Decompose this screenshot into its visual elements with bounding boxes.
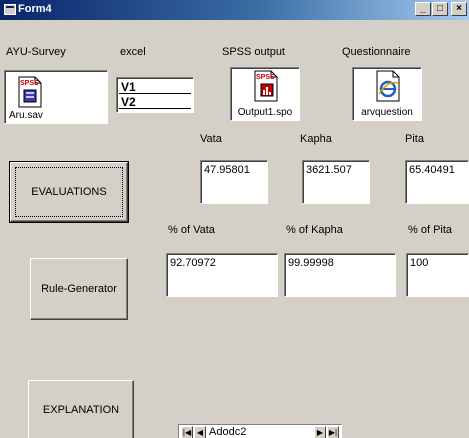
pct-pita-label: % of Pita <box>408 224 453 236</box>
maximize-button[interactable]: □ <box>432 2 448 16</box>
aru-sav-file[interactable]: SPSS Aru.sav <box>4 70 108 124</box>
pct-vata-label: % of Vata <box>168 224 215 236</box>
explanation-button[interactable]: EXPLANATION <box>28 380 134 438</box>
output-spo-file[interactable]: SPSS Output1.spo <box>230 67 300 121</box>
vata-label: Vata <box>200 133 222 145</box>
ie-document-icon <box>376 70 400 102</box>
explanation-button-label: EXPLANATION <box>42 404 120 416</box>
minimize-button[interactable]: _ <box>415 2 431 16</box>
spss-data-icon: SPSS <box>18 76 42 108</box>
adodc-navigator[interactable]: |◀ ◀ Adodc2 ▶ ▶| <box>178 424 342 438</box>
form-icon <box>4 4 16 15</box>
pita-label: Pita <box>405 133 424 145</box>
vata-value-field[interactable]: 47.95801 <box>200 160 268 204</box>
excel-label: excel <box>120 46 146 58</box>
prev-record-button[interactable]: ◀ <box>194 426 206 438</box>
svg-text:SPSS: SPSS <box>20 80 39 87</box>
evaluations-button-label: EVALUATIONS <box>31 186 107 198</box>
adodc-caption: Adodc2 <box>209 426 247 438</box>
pct-pita-field[interactable]: 100 <box>406 253 469 297</box>
list-item[interactable]: V1 <box>119 80 191 94</box>
rule-generator-button[interactable]: Rule-Generator <box>30 258 128 320</box>
spss-output-icon: SPSS <box>254 70 278 102</box>
kapha-value-field[interactable]: 3621.507 <box>302 160 370 204</box>
svg-text:SPSS: SPSS <box>256 74 275 81</box>
questionnaire-label: Questionnaire <box>342 46 411 58</box>
title-bar[interactable]: Form4 _ □ × <box>0 0 469 20</box>
aru-sav-caption: Aru.sav <box>9 110 43 121</box>
close-button[interactable]: × <box>451 2 467 16</box>
first-record-button[interactable]: |◀ <box>181 426 193 438</box>
pct-vata-field[interactable]: 92.70972 <box>166 253 278 297</box>
pita-value-field[interactable]: 65.40491 <box>405 160 469 204</box>
evaluations-button[interactable]: EVALUATIONS <box>9 161 129 223</box>
kapha-label: Kapha <box>300 133 332 145</box>
questionnaire-caption: arvquestion <box>361 107 413 118</box>
list-item[interactable]: V2 <box>119 95 191 109</box>
questionnaire-file[interactable]: arvquestion <box>352 67 422 121</box>
rule-generator-button-label: Rule-Generator <box>41 283 117 295</box>
excel-list[interactable]: V1 V2 <box>116 77 194 113</box>
output-spo-caption: Output1.spo <box>237 107 293 118</box>
ayu-survey-label: AYU-Survey <box>6 46 66 58</box>
next-record-button[interactable]: ▶ <box>314 426 326 438</box>
window-title: Form4 <box>18 3 52 15</box>
spss-output-label: SPSS output <box>222 46 285 58</box>
pct-kapha-field[interactable]: 99.99998 <box>284 253 396 297</box>
last-record-button[interactable]: ▶| <box>327 426 339 438</box>
pct-kapha-label: % of Kapha <box>286 224 343 236</box>
